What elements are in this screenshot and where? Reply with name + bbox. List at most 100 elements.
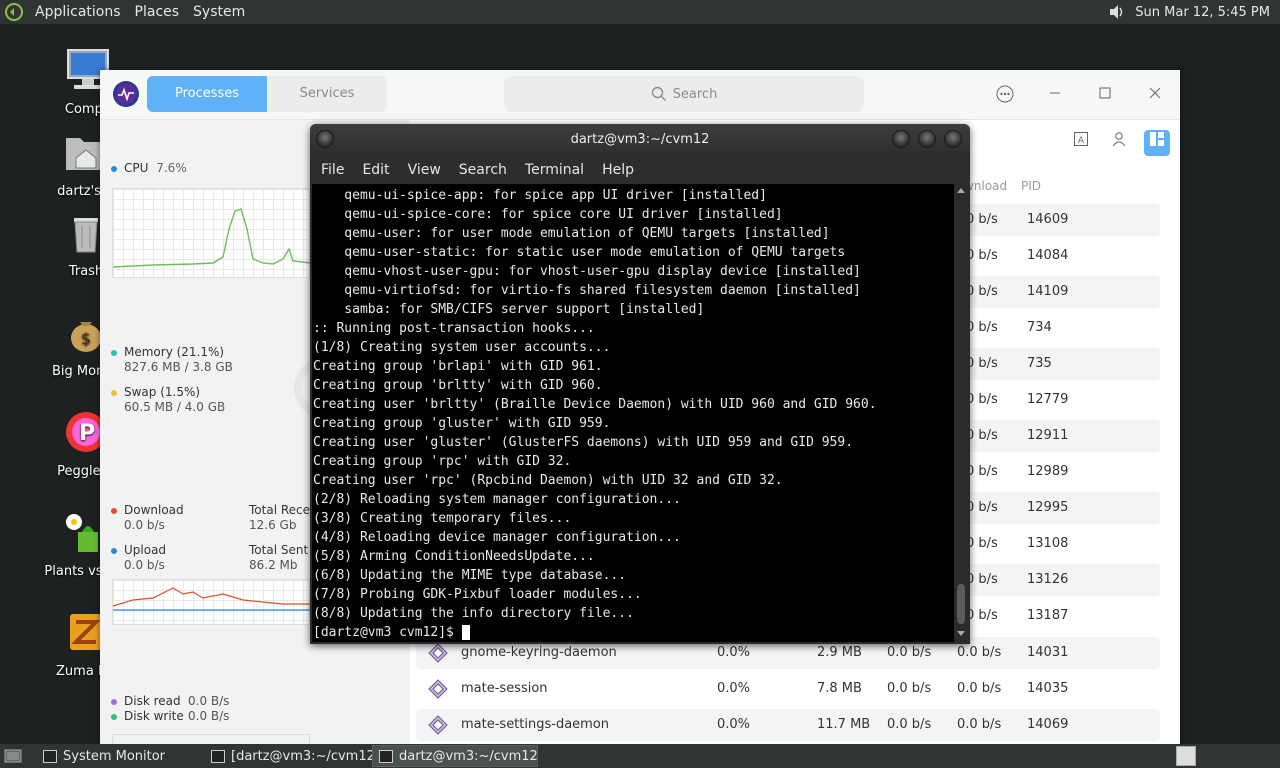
taskbar-item-terminal-1[interactable]: [dartz@vm3:~/cvm12] [204, 745, 391, 767]
column-header-download[interactable]: wnload [964, 179, 1007, 193]
close-button[interactable] [1144, 84, 1166, 106]
volume-icon[interactable] [1107, 2, 1127, 22]
terminal-minimize-button[interactable] [892, 130, 910, 148]
terminal-line: qemu-virtiofsd: for virtio-fs shared fil… [313, 283, 861, 298]
applications-menu[interactable]: Applications [28, 4, 128, 20]
close-icon [1149, 87, 1161, 99]
terminal-menu-file[interactable]: File [312, 162, 353, 178]
active-process-button[interactable]: A [1068, 130, 1094, 156]
top-right-tray: Sun Mar 12, 5:45 PM [1107, 0, 1280, 24]
workspace-switcher[interactable] [1176, 746, 1196, 766]
places-menu[interactable]: Places [128, 4, 187, 20]
scroll-up-icon[interactable] [956, 186, 966, 194]
cpu-graph-line [112, 208, 312, 268]
download-cell: 0 b/s [966, 248, 998, 263]
taskbar-item-terminal-2[interactable]: dartz@vm3:~/cvm12 [372, 745, 538, 767]
tab-services[interactable]: Services [267, 76, 387, 112]
terminal-cursor [461, 625, 470, 640]
terminal-line: (8/8) Updating the info directory file..… [313, 606, 634, 621]
pid-cell: 13126 [1027, 572, 1069, 587]
pid-cell: 14609 [1027, 212, 1069, 227]
pid-cell: 14031 [1027, 645, 1069, 660]
download-value: 0.0 b/s [124, 518, 165, 532]
process-name: mate-session [461, 681, 548, 696]
maximize-button[interactable] [1094, 84, 1116, 106]
system-menu[interactable]: System [186, 4, 252, 20]
cpu-cell: 0.0% [717, 645, 751, 660]
taskbar-item-system-monitor[interactable]: System Monitor [36, 745, 176, 767]
swap-stat: Swap (1.5%) 60.5 MB / 4.0 GB [111, 385, 225, 414]
tab-processes[interactable]: Processes [147, 76, 267, 112]
table-row[interactable]: mate-session 0.0% 7.8 MB 0.0 b/s 0.0 b/s… [416, 673, 1160, 705]
terminal-scrollbar-thumb[interactable] [957, 584, 965, 624]
terminal-output[interactable]: qemu-ui-spice-app: for spice app UI driv… [312, 184, 954, 642]
terminal-menu-button[interactable] [316, 130, 334, 148]
taskbar-item-label: System Monitor [63, 749, 166, 764]
my-process-button[interactable] [1106, 130, 1132, 156]
pid-cell: 12911 [1027, 428, 1069, 443]
terminal-task-icon [211, 750, 225, 763]
upload-label: Upload [124, 543, 167, 557]
download-cell: 0 b/s [966, 428, 998, 443]
process-icon [428, 643, 448, 663]
disk-write-row: Disk write 0.0 B/s [111, 709, 229, 724]
search-input[interactable]: Search [504, 76, 864, 112]
table-row[interactable]: mate-settings-daemon 0.0% 11.7 MB 0.0 b/… [416, 709, 1160, 741]
upload-cell: 0.0 b/s [887, 681, 932, 696]
process-name: gnome-keyring-daemon [461, 645, 617, 660]
download-cell: 0.0 b/s [957, 681, 1002, 696]
terminal-titlebar[interactable]: dartz@vm3:~/cvm12 [310, 124, 970, 156]
pid-cell: 12779 [1027, 392, 1069, 407]
memory-label: Memory (21.1%) [124, 345, 225, 359]
memory-detail: 827.6 MB / 3.8 GB [124, 360, 233, 374]
all-process-button[interactable] [1144, 130, 1170, 156]
terminal-menu-help[interactable]: Help [593, 162, 643, 178]
download-cell: 0 b/s [966, 464, 998, 479]
terminal-line: Creating group 'brltty' with GID 960. [313, 378, 603, 393]
terminal-task-icon [379, 750, 393, 763]
pid-cell: 12989 [1027, 464, 1069, 479]
terminal-title: dartz@vm3:~/cvm12 [570, 132, 710, 147]
terminal-maximize-button[interactable] [918, 130, 936, 148]
terminal-close-button[interactable] [944, 130, 962, 148]
mate-logo-icon[interactable] [4, 2, 24, 22]
cpu-value: 7.6% [156, 161, 187, 175]
total-sent-stat: Total Sent 86.2 Mb [249, 543, 308, 572]
pid-cell: 735 [1027, 356, 1052, 371]
pid-cell: 13108 [1027, 536, 1069, 551]
minimize-button[interactable] [1044, 84, 1066, 106]
cpu-graph [112, 188, 312, 278]
network-graph-lines [112, 587, 311, 611]
terminal-scrollbar[interactable] [954, 184, 968, 642]
upload-value: 0.0 b/s [124, 558, 165, 572]
terminal-line: (4/8) Reloading device manager configura… [313, 530, 681, 545]
memory-cell: 11.7 MB [817, 717, 871, 732]
taskbar-item-label: [dartz@vm3:~/cvm12] [231, 749, 380, 764]
pid-cell: 14109 [1027, 284, 1069, 299]
terminal-menu-edit[interactable]: Edit [353, 162, 398, 178]
menu-button[interactable] [994, 84, 1016, 106]
terminal-window: dartz@vm3:~/cvm12 File Edit View Search … [310, 124, 970, 644]
download-cell: 0 b/s [966, 392, 998, 407]
terminal-menu-view[interactable]: View [399, 162, 450, 178]
terminal-line: (3/8) Creating temporary files... [313, 511, 572, 526]
terminal-menu-search[interactable]: Search [450, 162, 516, 178]
disk-read-value: 0.0 B/s [188, 694, 230, 708]
process-icon [428, 715, 448, 735]
column-header-pid[interactable]: PID [1021, 179, 1041, 193]
terminal-line: Creating user 'gluster' (GlusterFS daemo… [313, 435, 854, 450]
terminal-prompt-line[interactable]: [dartz@vm3 cvm12]$ [313, 623, 954, 642]
pid-cell: 734 [1027, 320, 1052, 335]
terminal-line: samba: for SMB/CIFS server support [inst… [313, 302, 705, 317]
show-desktop-icon[interactable] [4, 748, 22, 764]
memory-cell: 7.8 MB [817, 681, 862, 696]
pid-cell: 12995 [1027, 500, 1069, 515]
total-sent-label: Total Sent [249, 543, 309, 557]
scroll-down-icon[interactable] [956, 630, 966, 638]
clock[interactable]: Sun Mar 12, 5:45 PM [1127, 5, 1280, 20]
bottom-panel: System Monitor [dartz@vm3:~/cvm12] dartz… [0, 744, 1280, 768]
terminal-menu-terminal[interactable]: Terminal [516, 162, 593, 178]
terminal-line: Creating group 'gluster' with GID 959. [313, 416, 611, 431]
process-name: mate-settings-daemon [461, 717, 610, 732]
svg-text:$: $ [81, 329, 91, 348]
